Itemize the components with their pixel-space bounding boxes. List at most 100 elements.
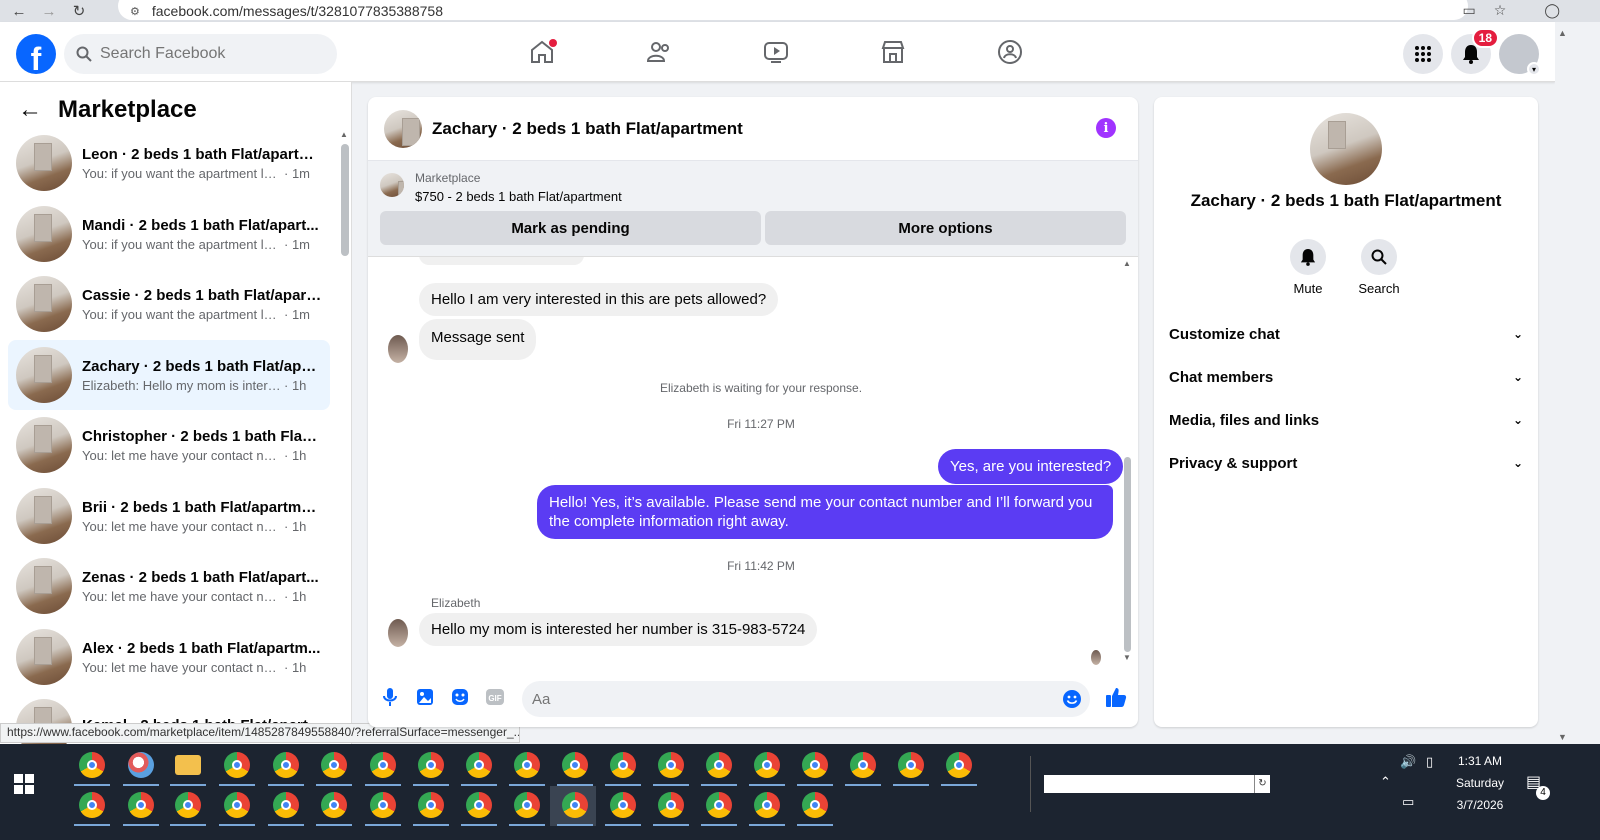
conversation-item[interactable]: Alex · 2 beds 1 bath Flat/apartm... You:… xyxy=(8,622,330,692)
chrome-taskbar-icon[interactable] xyxy=(175,792,201,818)
profile-icon[interactable]: ◯ xyxy=(1544,2,1560,19)
account-avatar[interactable]: ▾ xyxy=(1499,34,1541,76)
show-hidden-icons-chevron-up-icon[interactable]: ⌃ xyxy=(1380,774,1391,790)
conversation-item[interactable]: Leon · 2 beds 1 bath Flat/apartm... You:… xyxy=(8,128,330,198)
address-bar[interactable]: ⚙ facebook.com/messages/t/32810778353887… xyxy=(118,0,1468,20)
nav-video[interactable] xyxy=(717,22,834,82)
scroll-up-icon[interactable]: ▲ xyxy=(340,130,348,139)
chrome-taskbar-icon[interactable] xyxy=(802,792,828,818)
menu-grid-button[interactable] xyxy=(1403,34,1443,74)
emoji-icon[interactable] xyxy=(1062,689,1082,709)
conversation-item[interactable]: Zenas · 2 beds 1 bath Flat/apart... You:… xyxy=(8,551,330,621)
chrome-taskbar-icon[interactable] xyxy=(321,752,347,778)
chrome-taskbar-icon[interactable] xyxy=(658,752,684,778)
nav-friends[interactable] xyxy=(600,22,717,82)
more-options-button[interactable]: More options xyxy=(765,211,1126,245)
back-icon[interactable]: ← xyxy=(8,0,30,22)
chrome-taskbar-icon[interactable] xyxy=(466,752,492,778)
chrome-taskbar-icon[interactable] xyxy=(128,792,154,818)
conversation-item[interactable]: Mandi · 2 beds 1 bath Flat/apart... You:… xyxy=(8,199,330,269)
mark-as-pending-button[interactable]: Mark as pending xyxy=(380,211,761,245)
chrome-taskbar-icon[interactable] xyxy=(514,752,540,778)
chrome-taskbar-icon[interactable] xyxy=(224,792,250,818)
chrome-taskbar-icon[interactable] xyxy=(418,792,444,818)
chrome-taskbar-icon[interactable] xyxy=(466,792,492,818)
chrome-taskbar-icon[interactable] xyxy=(562,792,588,818)
chat-members-row[interactable]: Chat members ⌄ xyxy=(1169,359,1523,395)
scroll-down-icon[interactable]: ▼ xyxy=(1123,653,1131,662)
media-files-links-row[interactable]: Media, files and links ⌄ xyxy=(1169,402,1523,438)
chrome-taskbar-icon[interactable] xyxy=(898,752,924,778)
search-in-conversation-button[interactable]: Search xyxy=(1349,239,1409,296)
speaker-icon[interactable]: 🔊 xyxy=(1400,754,1416,770)
chat-title[interactable]: Zachary · 2 beds 1 bath Flat/apartment xyxy=(432,119,743,139)
site-settings-icon[interactable]: ⚙ xyxy=(130,5,140,18)
chat-avatar[interactable] xyxy=(384,109,422,148)
reload-icon[interactable]: ↻ xyxy=(68,0,90,22)
sidebar-scrollbar[interactable] xyxy=(341,144,349,256)
conversation-item[interactable]: Brii · 2 beds 1 bath Flat/apartment You:… xyxy=(8,481,330,551)
chrome-taskbar-icon[interactable] xyxy=(946,752,972,778)
chrome-taskbar-icon[interactable] xyxy=(273,792,299,818)
chrome-taskbar-icon[interactable] xyxy=(79,752,105,778)
thumbs-up-icon[interactable] xyxy=(1104,685,1128,709)
chrome-taskbar-icon[interactable] xyxy=(273,752,299,778)
message-input[interactable] xyxy=(522,681,1042,717)
search-box[interactable] xyxy=(64,34,337,74)
chrome-taskbar-icon[interactable] xyxy=(658,792,684,818)
clock-time[interactable]: 1:31 AM xyxy=(1440,754,1520,768)
windows-start-icon[interactable] xyxy=(14,774,34,794)
chrome-taskbar-icon[interactable] xyxy=(610,792,636,818)
page-scrollbar[interactable]: ▲ ▼ xyxy=(1555,22,1600,744)
back-arrow-icon[interactable]: ← xyxy=(18,96,42,124)
chrome-taskbar-icon[interactable] xyxy=(754,752,780,778)
search-input[interactable] xyxy=(100,45,310,63)
details-avatar[interactable] xyxy=(1310,113,1382,185)
gif-icon[interactable]: GIF xyxy=(485,687,505,707)
microphone-icon[interactable] xyxy=(380,687,400,707)
info-icon[interactable]: i xyxy=(1096,118,1116,138)
scroll-up-icon[interactable]: ▲ xyxy=(1558,28,1567,38)
chrome-taskbar-icon[interactable] xyxy=(418,752,444,778)
network-icon[interactable]: ▭ xyxy=(1402,794,1414,810)
chrome-taskbar-icon[interactable] xyxy=(706,792,732,818)
listing-price-title[interactable]: $750 - 2 beds 1 bath Flat/apartment xyxy=(415,189,622,204)
paint-taskbar-icon[interactable] xyxy=(128,752,154,778)
chrome-taskbar-icon[interactable] xyxy=(610,752,636,778)
chrome-taskbar-icon[interactable] xyxy=(79,792,105,818)
facebook-logo[interactable]: f xyxy=(16,34,56,74)
chrome-taskbar-icon[interactable] xyxy=(370,752,396,778)
forward-icon[interactable]: → xyxy=(38,0,60,22)
taskbar-search-field[interactable] xyxy=(1044,775,1254,793)
chrome-taskbar-icon[interactable] xyxy=(706,752,732,778)
install-icon[interactable]: ▭ xyxy=(1463,2,1476,19)
scroll-down-icon[interactable]: ▼ xyxy=(1558,732,1567,742)
nav-groups[interactable] xyxy=(951,22,1068,82)
chrome-taskbar-icon[interactable] xyxy=(514,792,540,818)
notifications-button[interactable]: 18 xyxy=(1451,28,1499,74)
chrome-taskbar-icon[interactable] xyxy=(802,752,828,778)
conversation-item[interactable]: Christopher · 2 beds 1 bath Flat/... You… xyxy=(8,410,330,480)
clock-date[interactable]: 3/7/2026 xyxy=(1440,798,1520,812)
refresh-icon[interactable]: ↻ xyxy=(1254,775,1270,793)
chrome-taskbar-icon[interactable] xyxy=(562,752,588,778)
sender-avatar[interactable] xyxy=(388,335,408,363)
bookmark-star-icon[interactable]: ☆ xyxy=(1494,2,1507,19)
customize-chat-row[interactable]: Customize chat ⌄ xyxy=(1169,316,1523,352)
chrome-taskbar-icon[interactable] xyxy=(224,752,250,778)
nav-marketplace[interactable] xyxy=(834,22,951,82)
battery-icon[interactable]: ▯ xyxy=(1426,754,1433,770)
sender-avatar[interactable] xyxy=(388,619,408,647)
conversation-item-active[interactable]: Zachary · 2 beds 1 bath Flat/apa... Eliz… xyxy=(8,340,330,410)
privacy-support-row[interactable]: Privacy & support ⌄ xyxy=(1169,445,1523,481)
nav-home[interactable] xyxy=(483,22,600,82)
message-input-box[interactable] xyxy=(522,681,1090,717)
sticker-icon[interactable] xyxy=(450,687,470,707)
chrome-taskbar-icon[interactable] xyxy=(754,792,780,818)
chrome-taskbar-icon[interactable] xyxy=(321,792,347,818)
chrome-taskbar-icon[interactable] xyxy=(370,792,396,818)
chat-scrollbar[interactable] xyxy=(1124,457,1131,652)
conversation-item[interactable]: Cassie · 2 beds 1 bath Flat/apart... You… xyxy=(8,269,330,339)
mute-button[interactable]: Mute xyxy=(1278,239,1338,296)
scroll-up-icon[interactable]: ▲ xyxy=(1123,259,1131,268)
